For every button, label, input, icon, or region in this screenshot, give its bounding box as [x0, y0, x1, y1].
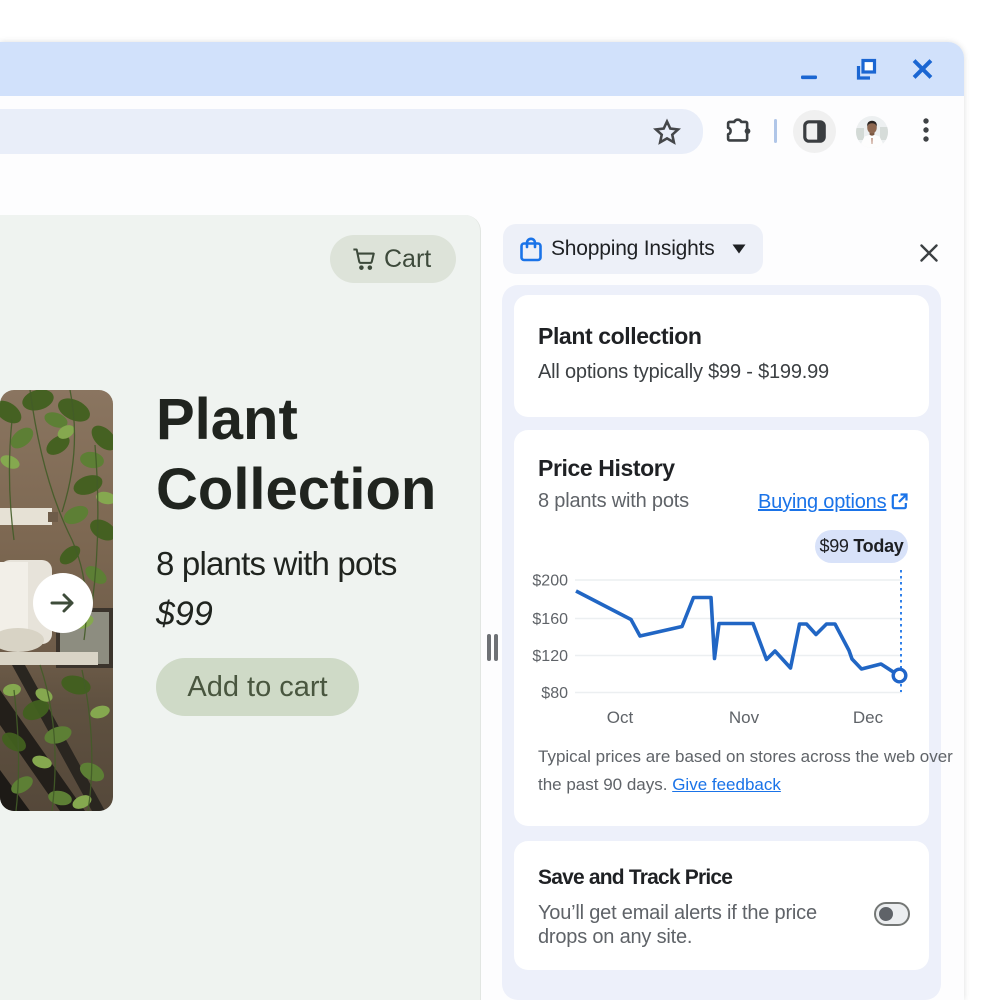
svg-text:$160: $160: [532, 611, 568, 628]
svg-text:Dec: Dec: [853, 708, 884, 727]
svg-text:Oct: Oct: [607, 708, 634, 727]
svg-text:Nov: Nov: [729, 708, 760, 727]
svg-text:$80: $80: [541, 685, 568, 702]
svg-text:$200: $200: [532, 573, 568, 590]
svg-text:$120: $120: [532, 648, 568, 665]
